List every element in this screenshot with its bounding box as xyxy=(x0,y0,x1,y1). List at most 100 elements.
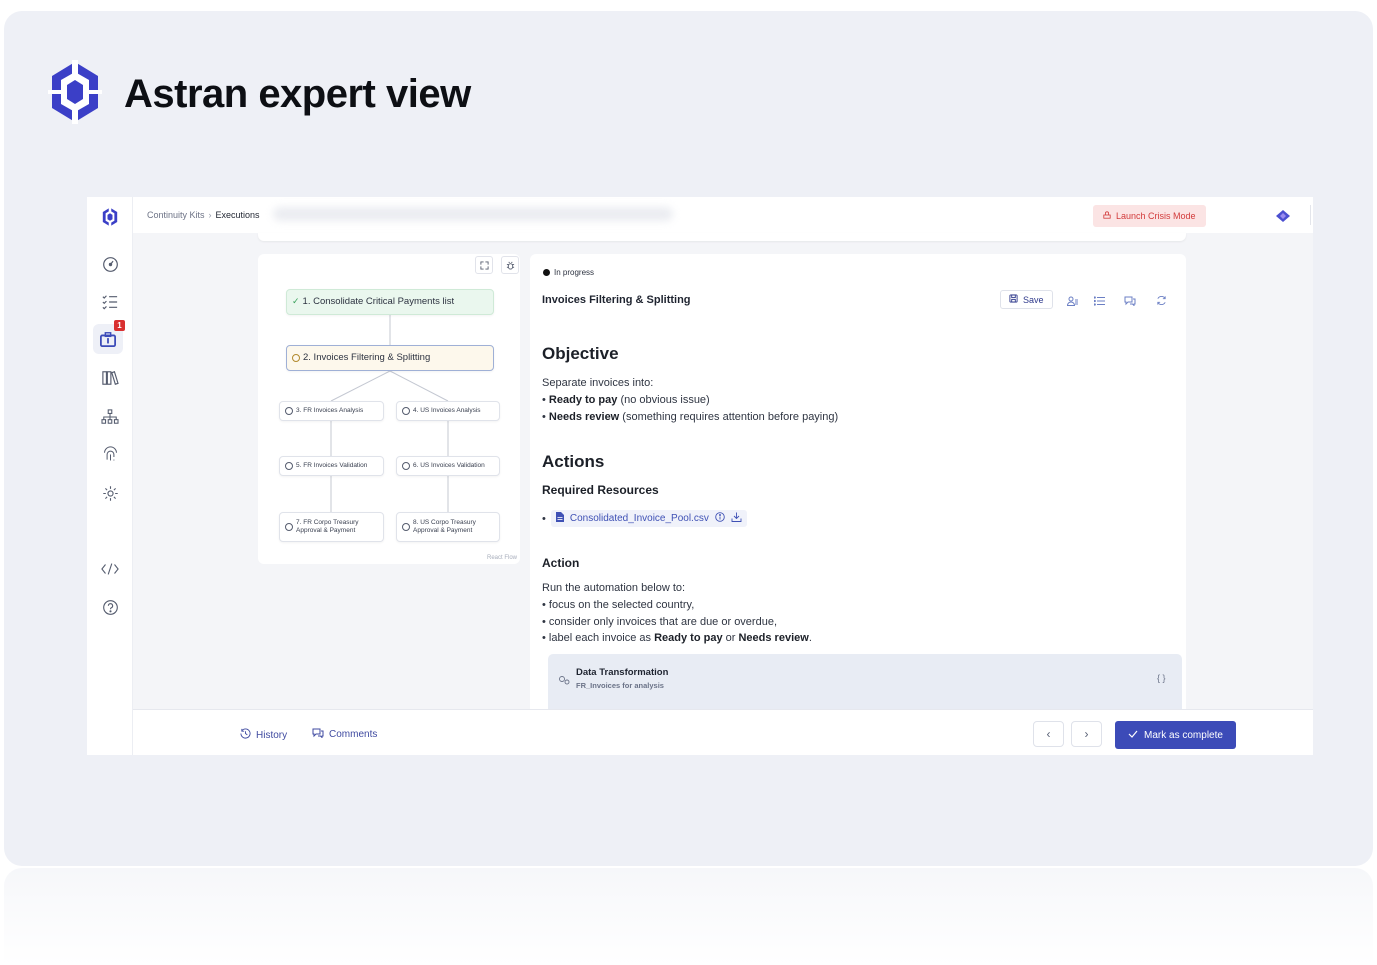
library-icon[interactable] xyxy=(98,366,122,390)
continuity-kits-icon[interactable]: 1 xyxy=(93,320,125,354)
objective-heading: Objective xyxy=(542,344,619,363)
react-flow-attribution[interactable]: React Flow xyxy=(487,555,517,561)
action-bullet-text: focus on the selected country, xyxy=(548,599,695,611)
flow-node-8[interactable]: 8. US Corpo Treasury Approval & Payment xyxy=(396,512,500,542)
breadcrumb-separator-icon: › xyxy=(208,210,212,220)
comment-bubble-icon[interactable] xyxy=(1124,293,1136,311)
actions-heading: Actions xyxy=(542,452,605,471)
chevron-left-icon: ‹ xyxy=(1046,727,1051,741)
objective-item-rest: (no obvious issue) xyxy=(617,394,710,406)
flow-node-label: 5. FR Invoices Validation xyxy=(296,461,368,469)
step-detail-panel: In progress Invoices Filtering & Splitti… xyxy=(530,254,1186,714)
flow-node-label: 3. FR Invoices Analysis xyxy=(296,406,364,414)
astran-logo-icon xyxy=(48,60,102,129)
help-icon[interactable] xyxy=(98,595,122,619)
pending-circle-icon xyxy=(402,462,410,470)
flow-node-3[interactable]: 3. FR Invoices Analysis xyxy=(279,401,384,421)
pending-circle-icon xyxy=(285,523,293,531)
comments-label: Comments xyxy=(329,729,378,740)
refresh-icon[interactable] xyxy=(1156,293,1167,311)
card-reflection xyxy=(4,868,1373,965)
assistant-diamond-icon[interactable] xyxy=(1276,209,1290,227)
history-icon xyxy=(240,728,251,742)
brand-title: Astran expert view xyxy=(124,72,471,116)
brand-header: Astran expert view xyxy=(48,60,471,129)
topbar-divider xyxy=(1310,205,1311,225)
assign-users-icon[interactable] xyxy=(1066,293,1079,311)
action-bullet-text: label each invoice as xyxy=(548,632,655,644)
download-icon[interactable] xyxy=(731,512,742,525)
resource-file-name[interactable]: Consolidated_Invoice_Pool.csv xyxy=(570,513,709,524)
resource-chip[interactable]: Consolidated_Invoice_Pool.csv xyxy=(550,510,747,527)
save-icon xyxy=(1009,294,1018,305)
mark-as-complete-label: Mark as complete xyxy=(1144,729,1223,741)
data-transformation-card[interactable]: Data Transformation FR_Invoices for anal… xyxy=(548,654,1182,714)
action-bullet: • label each invoice as Ready to pay or … xyxy=(542,632,812,644)
sidebar: 1 xyxy=(87,197,133,755)
mark-as-complete-button[interactable]: Mark as complete xyxy=(1115,721,1236,749)
breadcrumb-executions[interactable]: Executions xyxy=(216,210,260,220)
objective-item-bold: Ready to pay xyxy=(548,394,618,406)
action-bullet: • consider only invoices that are due or… xyxy=(542,616,777,628)
flow-node-5[interactable]: 5. FR Invoices Validation xyxy=(279,456,384,476)
flow-node-label: 8. US Corpo Treasury Approval & Payment xyxy=(413,518,476,534)
expand-braces-icon[interactable]: { } xyxy=(1157,673,1166,683)
app-window: 1 Continuity Kits › Executions Launch Cr… xyxy=(87,197,1313,755)
organization-icon[interactable] xyxy=(98,405,122,429)
objective-intro: Separate invoices into: xyxy=(542,377,654,389)
chevron-right-icon: › xyxy=(1084,727,1089,741)
flow-node-4[interactable]: 4. US Invoices Analysis xyxy=(396,401,500,421)
save-button[interactable]: Save xyxy=(1000,290,1053,309)
launch-crisis-mode-button[interactable]: Launch Crisis Mode xyxy=(1093,205,1206,227)
previous-step-button[interactable]: ‹ xyxy=(1033,721,1064,747)
flow-node-label: 7. FR Corpo Treasury Approval & Payment xyxy=(296,518,359,534)
notification-badge: 1 xyxy=(114,320,125,331)
info-icon[interactable] xyxy=(715,512,725,525)
flow-node-label: 4. US Invoices Analysis xyxy=(413,406,481,414)
history-link[interactable]: History xyxy=(240,728,287,742)
file-icon xyxy=(555,512,564,525)
status-badge: In progress xyxy=(543,268,594,277)
flow-node-label: 1. Consolidate Critical Payments list xyxy=(302,296,455,308)
objective-item: • Needs review (something requires atten… xyxy=(542,411,839,423)
launch-crisis-mode-label: Launch Crisis Mode xyxy=(1116,211,1196,221)
breadcrumb: Continuity Kits › Executions xyxy=(147,210,260,220)
action-heading: Action xyxy=(542,556,580,570)
bullet: • xyxy=(542,512,546,525)
comments-icon xyxy=(312,728,324,741)
action-bullet-text: . xyxy=(808,632,812,644)
transformation-title: Data Transformation xyxy=(576,667,669,678)
settings-gear-icon[interactable] xyxy=(98,481,122,505)
needs-review-label: Needs review xyxy=(738,632,809,644)
flow-node-1[interactable]: ✓ 1. Consolidate Critical Payments list xyxy=(286,289,494,315)
resource-item: • Consolidated_Invoice_Pool.csv xyxy=(542,510,747,527)
pending-circle-icon xyxy=(402,523,410,531)
check-icon: ✓ xyxy=(292,296,300,307)
objective-item: • Ready to pay (no obvious issue) xyxy=(542,394,710,406)
flow-node-label: 6. US Invoices Validation xyxy=(413,461,485,469)
dashboard-gauge-icon[interactable] xyxy=(98,252,122,276)
code-icon[interactable] xyxy=(98,557,122,581)
pending-circle-icon xyxy=(285,407,293,415)
footer-bar: History Comments ‹ › Mark as complete xyxy=(133,709,1313,755)
objective-item-rest: (something requires attention before pay… xyxy=(619,411,839,423)
pending-circle-icon xyxy=(402,407,410,415)
list-icon[interactable] xyxy=(1093,293,1105,311)
top-bar: Continuity Kits › Executions Launch Crisis… xyxy=(133,197,1313,233)
action-bullet-text: or xyxy=(722,632,739,644)
app-logo-icon[interactable] xyxy=(98,205,122,229)
status-dot-icon xyxy=(543,269,550,276)
flow-diagram-panel: ✓ 1. Consolidate Critical Payments list … xyxy=(258,254,520,564)
checklist-icon[interactable] xyxy=(98,290,122,314)
next-step-button[interactable]: › xyxy=(1071,721,1102,747)
flow-node-7[interactable]: 7. FR Corpo Treasury Approval & Payment xyxy=(279,512,384,542)
comments-link[interactable]: Comments xyxy=(312,728,377,741)
breadcrumb-continuity-kits[interactable]: Continuity Kits xyxy=(147,210,205,220)
pending-circle-icon xyxy=(292,354,300,362)
history-label: History xyxy=(256,729,288,741)
flow-node-6[interactable]: 6. US Invoices Validation xyxy=(396,456,500,476)
flow-node-2[interactable]: 2. Invoices Filtering & Splitting xyxy=(286,345,494,371)
objective-item-bold: Needs review xyxy=(548,411,620,423)
fingerprint-icon[interactable] xyxy=(98,442,122,466)
transformation-subtitle: FR_Invoices for analysis xyxy=(576,681,664,690)
